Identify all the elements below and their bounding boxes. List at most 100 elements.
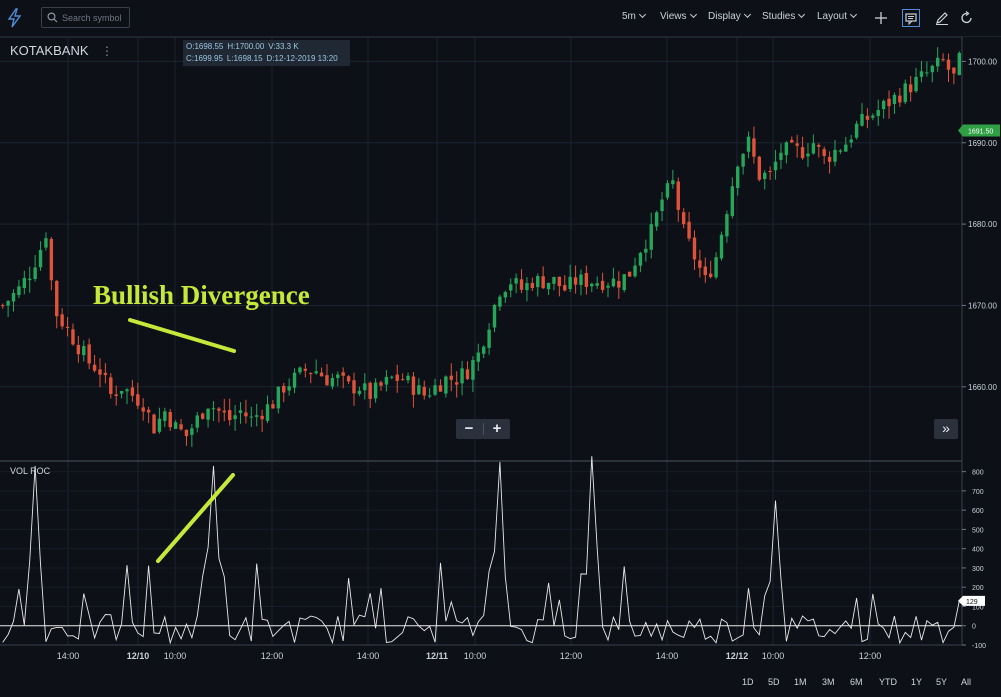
candle-body (822, 149, 826, 156)
candle-body (671, 180, 675, 185)
candle-body (914, 76, 918, 92)
candle-body (471, 360, 475, 380)
candle-body (492, 304, 497, 328)
candle-body (206, 408, 210, 420)
price-tick-label: 1670.00 (968, 301, 997, 310)
candle-body (38, 249, 43, 268)
candle-body (898, 95, 902, 103)
candle-body (773, 161, 778, 171)
candle-body (817, 144, 821, 147)
candle-body (227, 410, 232, 421)
candle-body (676, 181, 680, 210)
candle-body (255, 415, 259, 417)
candle-body (292, 372, 297, 388)
ohlc-open: O:1698.55 (186, 42, 224, 51)
candle-body (271, 404, 275, 409)
candle-body (708, 273, 713, 278)
range-all[interactable]: All (961, 677, 971, 687)
chart-area[interactable]: 1660.00 1670.00 1680.00 1690.00 1700.00 -100 0… (0, 0, 1001, 697)
time-tick-label: 10:00 (164, 651, 187, 661)
indicator-trend-line[interactable] (156, 473, 235, 563)
candle-body (363, 383, 367, 391)
candle-body (871, 115, 875, 118)
time-tick-label: 12/10 (127, 651, 150, 661)
candle-body (930, 65, 934, 73)
candle-body (719, 234, 724, 259)
candle-body (357, 390, 362, 395)
symbol-name[interactable]: KOTAKBANK (10, 43, 89, 58)
candle-body (417, 385, 421, 395)
candle-body (600, 280, 605, 290)
time-tick-label: 10:00 (464, 651, 487, 661)
candle-body (703, 266, 707, 276)
grid-lines (0, 37, 962, 646)
candle-body (536, 276, 540, 288)
candle-body (838, 150, 843, 152)
candle-body (173, 422, 178, 429)
candle-body (752, 138, 756, 157)
price-trend-line[interactable] (128, 318, 236, 353)
candle-body (595, 283, 599, 286)
scroll-to-latest-button[interactable]: » (934, 419, 958, 439)
symbol-options-icon[interactable]: ⋮ (101, 44, 113, 58)
range-6m[interactable]: 6M (850, 677, 863, 687)
range-1d[interactable]: 1D (742, 677, 754, 687)
candle-body (11, 292, 16, 302)
chart-top-border (0, 37, 962, 38)
candle-body (130, 387, 135, 396)
candle-body (606, 285, 610, 288)
range-5d[interactable]: 5D (768, 677, 780, 687)
candle-body (82, 346, 86, 356)
candle-body (881, 100, 886, 110)
range-ytd[interactable]: YTD (879, 677, 897, 687)
candle-body (654, 212, 659, 227)
ohlc-high: H:1700.00 (227, 42, 265, 51)
candle-body (617, 281, 621, 288)
candle-body (573, 277, 578, 285)
zoom-out-button[interactable]: − (456, 419, 482, 439)
candle-body (109, 377, 113, 394)
candle-body (98, 369, 102, 375)
candle-body (449, 375, 453, 380)
candle-body (6, 301, 10, 306)
bullish-divergence-label: Bullish Divergence (93, 280, 310, 310)
candle-body (849, 139, 853, 143)
candle-body (249, 416, 254, 418)
range-1y[interactable]: 1Y (911, 677, 922, 687)
candle-body (644, 248, 648, 253)
candle-body (238, 410, 243, 413)
candle-body (368, 382, 372, 399)
candle-body (395, 374, 399, 381)
candle-body (854, 123, 859, 138)
candle-body (925, 72, 929, 74)
zoom-in-button[interactable]: + (484, 419, 510, 439)
candle-body (146, 409, 151, 413)
candle-body (217, 408, 221, 411)
candle-body (557, 276, 562, 287)
candle-body (211, 408, 216, 410)
candle-body (222, 410, 226, 413)
candle-body (76, 344, 81, 355)
range-3m[interactable]: 3M (822, 677, 835, 687)
indicator-label[interactable]: VOL ROC (10, 466, 50, 476)
candle-body (373, 382, 378, 399)
candle-body (519, 279, 524, 290)
zoom-controls: − + (456, 419, 510, 439)
candle-body (119, 390, 124, 394)
candle-body (330, 377, 335, 387)
price-tick-label: 1700.00 (968, 57, 997, 66)
candle-body (433, 385, 437, 395)
candle-body (946, 59, 951, 70)
candle-body (465, 369, 470, 380)
range-1m[interactable]: 1M (794, 677, 807, 687)
candle-body (887, 98, 891, 107)
range-5y[interactable]: 5Y (936, 677, 947, 687)
candle-body (276, 386, 281, 409)
candle-body (935, 57, 940, 67)
candle-body (190, 428, 194, 435)
candle-body (952, 67, 956, 74)
vol-roc-line (2, 456, 960, 645)
candle-body (498, 296, 502, 307)
candle-body (379, 382, 383, 386)
candle-body (919, 71, 924, 77)
